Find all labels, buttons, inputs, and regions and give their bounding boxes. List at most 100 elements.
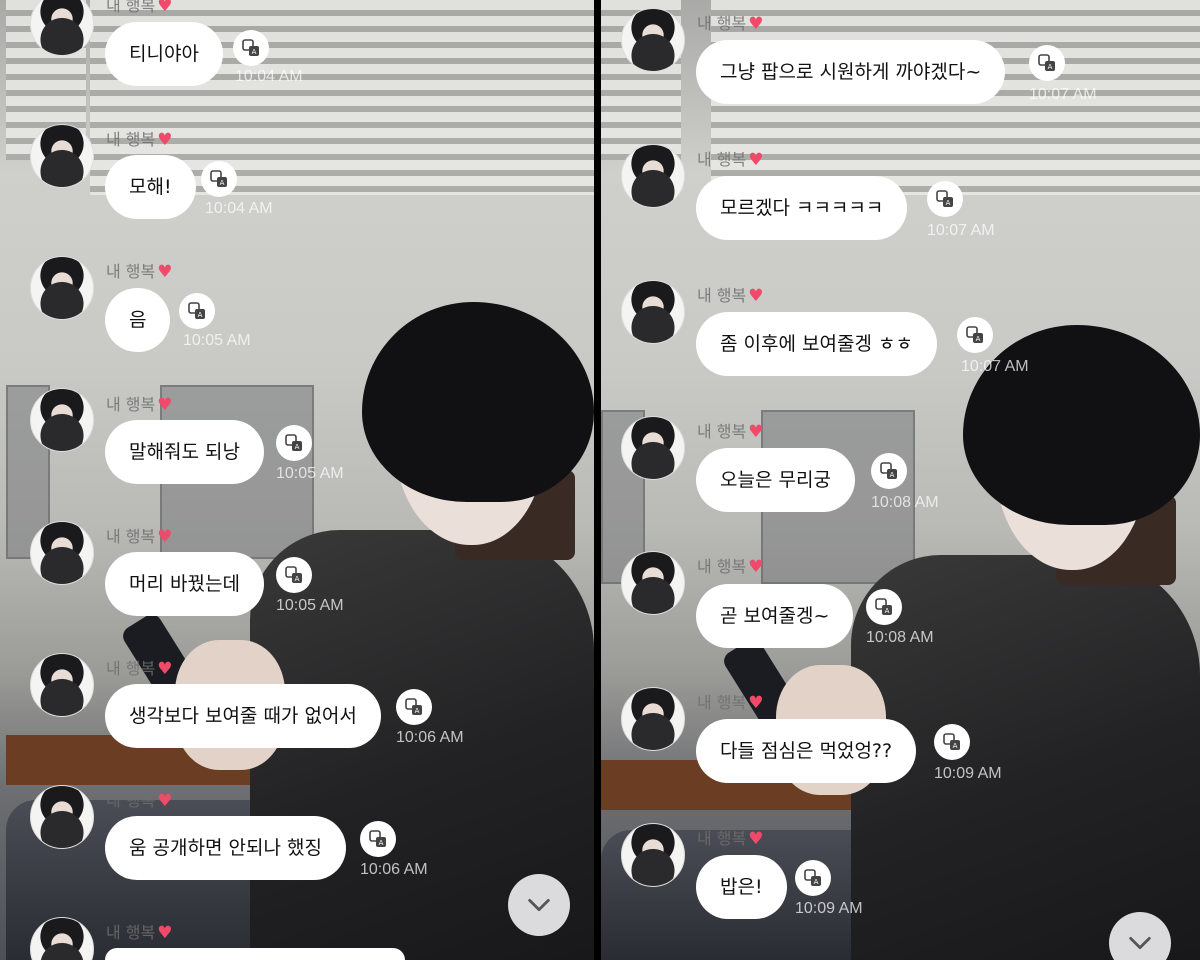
message-bubble[interactable]: 밥은! [696, 855, 787, 919]
message-bubble[interactable]: 다들 점심은 먹었엉?? [696, 719, 917, 783]
sender-name-text: 내 행복 [106, 923, 156, 942]
heart-icon: ♥ [748, 422, 764, 442]
panel-divider [594, 0, 601, 960]
translate-icon[interactable]: A [1029, 45, 1065, 81]
chevron-down-icon [528, 898, 550, 912]
avatar[interactable] [621, 280, 685, 344]
sender-name: 내 행복 ♥ [697, 10, 764, 34]
sender-name-text: 내 행복 [697, 557, 747, 576]
sender-name-text: 내 행복 [697, 286, 747, 305]
chat-panel-left: 내 행복 ♥ 티니야아 A 10:04 AM 내 행복 ♥ 모해! A 10:04 … [0, 0, 594, 960]
message-timestamp: 10:06 AM [360, 861, 428, 878]
message-bubble[interactable]: 생각보다 보여줄 때가 없어서 [105, 684, 381, 748]
sender-name: 내 행복 ♥ [106, 391, 173, 415]
sender-name: 내 행복 ♥ [106, 655, 173, 679]
avatar[interactable] [621, 687, 685, 751]
translate-icon[interactable]: A [360, 821, 396, 857]
message-timestamp: 10:04 AM [205, 200, 273, 217]
message-bubble[interactable]: 오늘은 무리궁 [696, 448, 855, 512]
sender-name: 내 행복 ♥ [106, 787, 173, 811]
avatar[interactable] [30, 256, 94, 320]
heart-icon: ♥ [748, 693, 764, 713]
message-timestamp: 10:06 AM [396, 729, 464, 746]
translate-icon[interactable]: A [927, 181, 963, 217]
translate-icon[interactable]: A [866, 589, 902, 625]
avatar[interactable] [30, 388, 94, 452]
translate-icon[interactable]: A [396, 689, 432, 725]
avatar[interactable] [30, 653, 94, 717]
avatar[interactable] [30, 521, 94, 585]
translate-icon[interactable]: A [276, 425, 312, 461]
scroll-to-bottom-button[interactable] [508, 874, 570, 936]
svg-text:A: A [415, 707, 420, 715]
background-hair [362, 302, 594, 502]
translate-icon[interactable]: A [934, 724, 970, 760]
svg-text:A: A [1048, 63, 1053, 71]
message-bubble[interactable]: 그냥 팝으로 시원하게 까야겠다~ [696, 40, 1006, 104]
avatar[interactable] [621, 551, 685, 615]
avatar[interactable] [30, 785, 94, 849]
heart-icon: ♥ [748, 150, 764, 170]
sender-name-text: 내 행복 [106, 0, 156, 15]
message-bubble[interactable]: 모르겠다 ㅋㅋㅋㅋㅋ [696, 176, 908, 240]
message-bubble[interactable]: 움 공개하면 안되나 했징 [105, 816, 346, 880]
sender-name: 내 행복 ♥ [106, 0, 173, 16]
sender-name: 내 행복 ♥ [697, 282, 764, 306]
message-bubble-partial[interactable] [105, 948, 405, 960]
translate-icon[interactable]: A [233, 30, 269, 66]
sender-name: 내 행복 ♥ [697, 825, 764, 849]
message-bubble[interactable]: 모해! [105, 155, 196, 219]
avatar[interactable] [30, 124, 94, 188]
heart-icon: ♥ [157, 527, 173, 547]
message-timestamp: 10:09 AM [795, 900, 863, 917]
translate-icon[interactable]: A [201, 161, 237, 197]
heart-icon: ♥ [748, 14, 764, 34]
heart-icon: ♥ [748, 286, 764, 306]
svg-text:A: A [379, 839, 384, 847]
sender-name: 내 행복 ♥ [106, 258, 173, 282]
sender-name-text: 내 행복 [106, 659, 156, 678]
heart-icon: ♥ [157, 262, 173, 282]
message-bubble[interactable]: 머리 바꿨는데 [105, 552, 264, 616]
svg-text:A: A [953, 742, 958, 750]
svg-text:A: A [198, 311, 203, 319]
translate-icon[interactable]: A [179, 293, 215, 329]
heart-icon: ♥ [157, 923, 173, 943]
svg-text:A: A [295, 443, 300, 451]
sender-name-text: 내 행복 [697, 14, 747, 33]
sender-name: 내 행복 ♥ [697, 146, 764, 170]
heart-icon: ♥ [157, 791, 173, 811]
message-timestamp: 10:05 AM [183, 332, 251, 349]
chevron-down-icon [1129, 936, 1151, 950]
translate-icon[interactable]: A [276, 557, 312, 593]
message-bubble[interactable]: 곧 보여줄겡~ [696, 584, 854, 648]
heart-icon: ♥ [748, 829, 764, 849]
heart-icon: ♥ [157, 659, 173, 679]
avatar[interactable] [621, 144, 685, 208]
message-timestamp: 10:07 AM [961, 358, 1029, 375]
avatar[interactable] [621, 823, 685, 887]
sender-name-text: 내 행복 [106, 130, 156, 149]
heart-icon: ♥ [157, 0, 173, 16]
sender-name: 내 행복 ♥ [697, 689, 764, 713]
svg-text:A: A [252, 48, 257, 56]
svg-text:A: A [885, 607, 890, 615]
svg-text:A: A [890, 471, 895, 479]
avatar[interactable] [621, 8, 685, 72]
translate-icon[interactable]: A [957, 317, 993, 353]
message-bubble[interactable]: 말해줘도 되낭 [105, 420, 264, 484]
sender-name-text: 내 행복 [697, 150, 747, 169]
svg-text:A: A [220, 179, 225, 187]
sender-name-text: 내 행복 [697, 422, 747, 441]
sender-name-text: 내 행복 [697, 693, 747, 712]
message-bubble[interactable]: 좀 이후에 보여줄겡 ㅎㅎ [696, 312, 937, 376]
avatar[interactable] [621, 416, 685, 480]
translate-icon[interactable]: A [795, 860, 831, 896]
message-bubble[interactable]: 음 [105, 288, 171, 352]
message-timestamp: 10:08 AM [871, 494, 939, 511]
sender-name-text: 내 행복 [106, 791, 156, 810]
translate-icon[interactable]: A [871, 453, 907, 489]
sender-name-text: 내 행복 [697, 829, 747, 848]
heart-icon: ♥ [157, 395, 173, 415]
message-bubble[interactable]: 티니야아 [105, 22, 223, 86]
